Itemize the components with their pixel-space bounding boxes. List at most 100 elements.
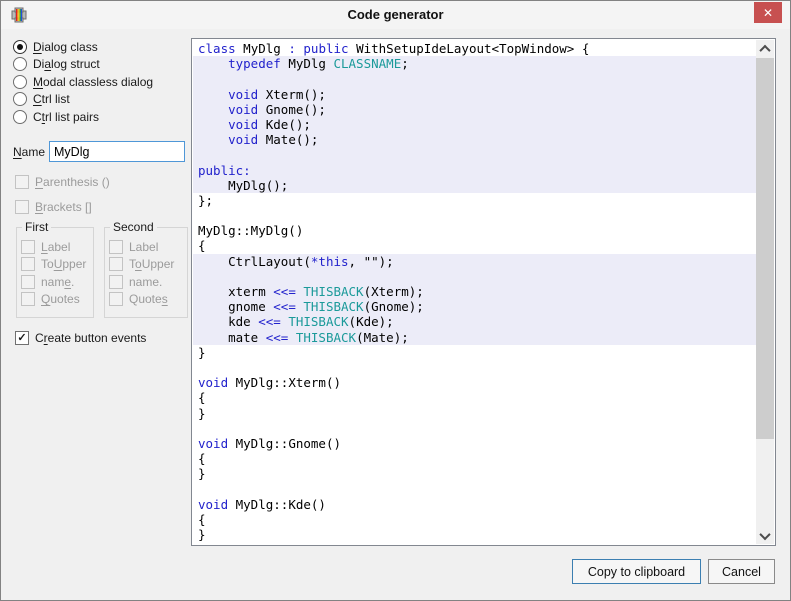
checkbox-label: Create button events xyxy=(35,331,146,345)
code-line: void MyDlg::Kde() xyxy=(193,497,757,512)
checkbox-label: ToUpper xyxy=(129,257,174,271)
checkbox-label: Brackets [] xyxy=(35,200,92,214)
checkbox-name: name. xyxy=(109,275,187,289)
checkbox-unchecked-icon xyxy=(15,175,29,189)
code-line xyxy=(193,208,757,223)
first-second-groups: FirstLabelToUppername.QuotesSecondLabelT… xyxy=(16,227,188,318)
code-line: class MyDlg : public WithSetupIdeLayout<… xyxy=(193,41,757,56)
group-title: First xyxy=(22,220,51,234)
chevron-up-icon xyxy=(759,44,770,55)
code-line: { xyxy=(193,238,757,253)
chevron-down-icon xyxy=(759,528,770,539)
radio-ctrl-list-pairs[interactable]: Ctrl list pairs xyxy=(13,110,153,124)
code-line xyxy=(193,269,757,284)
code-line xyxy=(193,71,757,86)
radio-selected-icon xyxy=(13,40,27,54)
code-line: typedef MyDlg CLASSNAME; xyxy=(193,56,757,71)
checkbox-unchecked-icon xyxy=(109,257,123,271)
checkbox-label: Label xyxy=(129,240,158,254)
checkbox-unchecked-icon xyxy=(21,275,35,289)
checkbox-unchecked-icon xyxy=(21,240,35,254)
radio-ctrl-list[interactable]: Ctrl list xyxy=(13,93,153,107)
checkbox-quotes: Quotes xyxy=(21,293,93,307)
scrollbar-thumb[interactable] xyxy=(756,58,774,439)
checkbox-checked-icon: ✓ xyxy=(15,331,29,345)
checkbox-label: name. xyxy=(41,275,74,289)
code-line: mate <<= THISBACK(Mate); xyxy=(193,330,757,345)
checkbox-unchecked-icon xyxy=(21,292,35,306)
code-line: } xyxy=(193,527,757,542)
radio-unselected-icon xyxy=(13,92,27,106)
code-line xyxy=(193,421,757,436)
vertical-scrollbar[interactable] xyxy=(756,40,774,544)
checkbox-quotes: Quotes xyxy=(109,293,187,307)
checkbox-create-button-events[interactable]: ✓ Create button events xyxy=(15,331,146,345)
radio-unselected-icon xyxy=(13,75,27,89)
code-line: }; xyxy=(193,193,757,208)
checkbox-label: name. xyxy=(129,275,162,289)
checkbox-toupper: ToUpper xyxy=(21,258,93,272)
close-button[interactable]: ✕ xyxy=(754,2,782,23)
scroll-down-button[interactable] xyxy=(756,527,774,544)
code-editor[interactable]: class MyDlg : public WithSetupIdeLayout<… xyxy=(191,38,776,546)
radio-label: Modal classless dialog xyxy=(33,75,153,89)
code-line: MyDlg(); xyxy=(193,178,757,193)
scroll-up-button[interactable] xyxy=(756,40,774,57)
checkbox-unchecked-icon xyxy=(21,257,35,271)
code-line: MyDlg::MyDlg() xyxy=(193,223,757,238)
checkbox-unchecked-icon xyxy=(109,292,123,306)
code-line: public: xyxy=(193,163,757,178)
code-line: void Gnome(); xyxy=(193,102,757,117)
checkbox-unchecked-icon xyxy=(15,200,29,214)
checkbox-toupper: ToUpper xyxy=(109,258,187,272)
code-line: { xyxy=(193,512,757,527)
cancel-button[interactable]: Cancel xyxy=(708,559,775,584)
checkbox-label: Quotes xyxy=(129,292,168,306)
radio-modal-classless-dialog[interactable]: Modal classless dialog xyxy=(13,75,153,89)
window-title: Code generator xyxy=(1,7,790,22)
code-line: void MyDlg::Gnome() xyxy=(193,436,757,451)
code-line: kde <<= THISBACK(Kde); xyxy=(193,314,757,329)
code-line: void Kde(); xyxy=(193,117,757,132)
checkbox-label: Label xyxy=(21,240,93,254)
name-label: Name xyxy=(13,145,45,159)
radio-dialog-class[interactable]: Dialog class xyxy=(13,40,153,54)
group-second: SecondLabelToUppername.Quotes xyxy=(104,227,188,318)
copy-to-clipboard-button[interactable]: Copy to clipboard xyxy=(572,559,701,584)
code-line: { xyxy=(193,390,757,405)
checkbox-unchecked-icon xyxy=(109,275,123,289)
option-checkboxes: Parenthesis () Brackets [] xyxy=(15,175,110,226)
radio-unselected-icon xyxy=(13,110,27,124)
group-first: FirstLabelToUppername.Quotes xyxy=(16,227,94,318)
group-title: Second xyxy=(110,220,157,234)
name-input[interactable] xyxy=(49,141,185,162)
code-line: xterm <<= THISBACK(Xterm); xyxy=(193,284,757,299)
radio-dialog-struct[interactable]: Dialog struct xyxy=(13,58,153,72)
checkbox-label: ToUpper xyxy=(41,257,86,271)
code-line xyxy=(193,147,757,162)
code-line: gnome <<= THISBACK(Gnome); xyxy=(193,299,757,314)
create-button-events-area: ✓ Create button events xyxy=(15,331,146,349)
checkbox-label: Label xyxy=(109,240,187,254)
generator-type-radio-group: Dialog class Dialog struct Modal classless… xyxy=(13,40,153,128)
generated-code: class MyDlg : public WithSetupIdeLayout<… xyxy=(193,41,757,542)
checkbox-name: name. xyxy=(21,275,93,289)
code-line: } xyxy=(193,466,757,481)
code-line: CtrlLayout(*this, ""); xyxy=(193,254,757,269)
checkbox-brackets: Brackets [] xyxy=(15,201,110,215)
title-bar: Code generator ✕ xyxy=(1,1,790,29)
code-line: { xyxy=(193,451,757,466)
radio-label: Dialog class xyxy=(33,40,98,54)
checkbox-parenthesis: Parenthesis () xyxy=(15,175,110,189)
radio-label: Dialog struct xyxy=(33,57,100,71)
code-line: } xyxy=(193,345,757,360)
code-line: } xyxy=(193,406,757,421)
radio-label: Ctrl list pairs xyxy=(33,110,99,124)
code-line: void Xterm(); xyxy=(193,87,757,102)
code-line xyxy=(193,481,757,496)
code-generator-dialog: Code generator ✕ Dialog class Dialog stru… xyxy=(0,0,791,601)
code-line xyxy=(193,360,757,375)
radio-unselected-icon xyxy=(13,57,27,71)
close-icon: ✕ xyxy=(763,6,773,20)
checkbox-label: Quotes xyxy=(41,292,80,306)
